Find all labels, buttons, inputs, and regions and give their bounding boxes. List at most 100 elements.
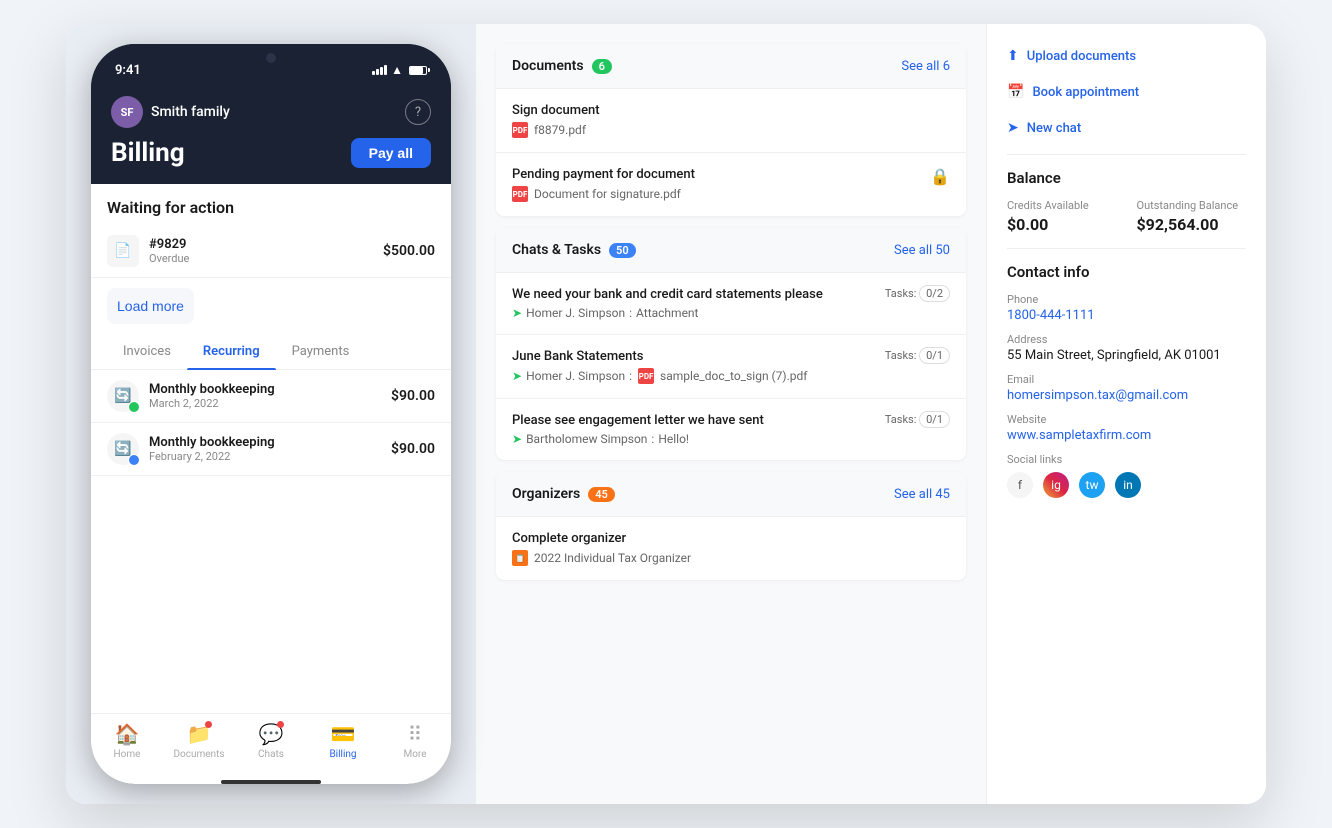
recurring-item-2[interactable]: 🔄 Monthly bookkeeping February 2, 2022 $… [91, 423, 451, 476]
balance-row: Credits Available $0.00 Outstanding Bala… [1007, 199, 1246, 234]
chat-message-1: Attachment [636, 306, 698, 320]
chat-sender-1: Homer J. Simpson [526, 306, 625, 320]
chats-tasks-header: Chats & Tasks 50 See all 50 [496, 228, 966, 273]
recurring-name-2: Monthly bookkeeping [149, 435, 381, 450]
organizers-count-badge: 45 [588, 487, 615, 502]
outstanding-value: $92,564.00 [1137, 215, 1247, 234]
recurring-amount-1: $90.00 [391, 388, 435, 404]
doc-filename-2: Document for signature.pdf [534, 187, 681, 201]
recurring-details-2: Monthly bookkeeping February 2, 2022 [149, 435, 381, 463]
sidebar-divider-2 [1007, 248, 1246, 249]
chat-item-3[interactable]: Please see engagement letter we have sen… [496, 399, 966, 460]
invoice-item[interactable]: 📄 #9829 Overdue $500.00 [91, 225, 451, 278]
sidebar-divider-1 [1007, 154, 1246, 155]
send-icon-3: ➤ [512, 432, 522, 446]
phone-value[interactable]: 1800-444-1111 [1007, 308, 1246, 323]
chat-item-1[interactable]: We need your bank and credit card statem… [496, 273, 966, 335]
tab-recurring[interactable]: Recurring [187, 334, 276, 369]
recurring-icon-2: 🔄 [107, 433, 139, 465]
recurring-icon-1: 🔄 [107, 380, 139, 412]
pay-all-button[interactable]: Pay all [351, 138, 431, 168]
phone-header: SF Smith family ? Billing Pay all [91, 88, 451, 184]
right-panel: Documents 6 See all 6 Sign document PDF … [476, 24, 1266, 804]
calendar-icon: 📅 [1007, 84, 1024, 100]
tab-payments[interactable]: Payments [276, 334, 366, 369]
upload-icon: ⬆ [1007, 48, 1019, 64]
doc-title-2: Pending payment for document [512, 167, 695, 182]
chat-left-2: June Bank Statements ➤ Homer J. Simpson:… [512, 349, 869, 384]
tasks-badge-1: Tasks: 0/2 [885, 287, 950, 300]
avatar: SF [111, 96, 143, 128]
credits-value: $0.00 [1007, 215, 1117, 234]
tasks-count-3: 0/1 [919, 411, 950, 428]
email-value[interactable]: homersimpson.tax@gmail.com [1007, 388, 1246, 403]
phone-scroll-area[interactable]: Waiting for action 📄 #9829 Overdue $500.… [91, 184, 451, 713]
phone-frame: 9:41 ▲ [91, 44, 451, 784]
social-links: f ig tw in [1007, 472, 1246, 498]
chat-title-1: We need your bank and credit card statem… [512, 287, 869, 302]
tasks-badge-2: Tasks: 0/1 [885, 349, 950, 362]
upload-documents-label: Upload documents [1027, 49, 1136, 64]
phone-title-row: Billing Pay all [111, 138, 431, 168]
upload-documents-button[interactable]: ⬆ Upload documents [1007, 44, 1246, 68]
phone-notch [221, 44, 321, 68]
clipboard-icon-1: 📋 [512, 550, 528, 566]
recurring-name-1: Monthly bookkeeping [149, 382, 381, 397]
nav-more[interactable]: ⠿ More [379, 722, 451, 760]
phone-container: 9:41 ▲ [66, 24, 476, 804]
invoice-status: Overdue [149, 252, 373, 265]
address-label: Address [1007, 333, 1246, 346]
phone-username: Smith family [151, 104, 230, 120]
load-more-button[interactable]: Load more [107, 288, 194, 324]
recurring-amount-2: $90.00 [391, 441, 435, 457]
documents-see-all[interactable]: See all 6 [901, 59, 950, 74]
nav-billing[interactable]: 💳 Billing [307, 722, 379, 760]
tab-invoices[interactable]: Invoices [107, 334, 187, 369]
social-links-label: Social links [1007, 453, 1246, 466]
chats-tasks-count-badge: 50 [609, 243, 636, 258]
recurring-item-1[interactable]: 🔄 Monthly bookkeeping March 2, 2022 $90.… [91, 370, 451, 423]
chat-left-1: We need your bank and credit card statem… [512, 287, 869, 320]
phone-camera [266, 53, 276, 63]
outstanding-label: Outstanding Balance [1137, 199, 1247, 212]
phone-status-bar: 9:41 ▲ [91, 44, 451, 88]
doc-item-2[interactable]: Pending payment for document PDF Documen… [496, 153, 966, 216]
organizers-see-all[interactable]: See all 45 [894, 487, 950, 502]
chat-sub-2: ➤ Homer J. Simpson: PDF sample_doc_to_si… [512, 368, 869, 384]
chat-item-2[interactable]: June Bank Statements ➤ Homer J. Simpson:… [496, 335, 966, 399]
help-button[interactable]: ? [405, 99, 431, 125]
recurring-date-2: February 2, 2022 [149, 450, 381, 463]
instagram-icon[interactable]: ig [1043, 472, 1069, 498]
recurring-badge-2 [128, 454, 140, 466]
recurring-details-1: Monthly bookkeeping March 2, 2022 [149, 382, 381, 410]
nav-documents-label: Documents [173, 749, 224, 760]
documents-count-badge: 6 [592, 59, 612, 74]
facebook-icon[interactable]: f [1007, 472, 1033, 498]
organizer-item-1[interactable]: Complete organizer 📋 2022 Individual Tax… [496, 517, 966, 580]
chat-message-3: Hello! [658, 432, 689, 446]
chats-tasks-header-left: Chats & Tasks 50 [512, 242, 636, 258]
doc-item-1[interactable]: Sign document PDF f8879.pdf [496, 89, 966, 153]
contact-section: Phone 1800-444-1111 Address 55 Main Stre… [1007, 293, 1246, 498]
email-label: Email [1007, 373, 1246, 386]
phone-body: Waiting for action 📄 #9829 Overdue $500.… [91, 184, 451, 784]
organizer-title-1: Complete organizer [512, 531, 950, 546]
new-chat-label: New chat [1027, 121, 1081, 136]
tasks-count-1: 0/2 [919, 285, 950, 302]
doc-title-1: Sign document [512, 103, 950, 118]
nav-documents[interactable]: 📁 Documents [163, 722, 235, 760]
twitter-icon[interactable]: tw [1079, 472, 1105, 498]
nav-home[interactable]: 🏠 Home [91, 722, 163, 760]
chats-tasks-title: Chats & Tasks [512, 242, 601, 258]
pdf-icon-chat: PDF [638, 368, 654, 384]
book-appointment-label: Book appointment [1032, 85, 1139, 100]
book-appointment-button[interactable]: 📅 Book appointment [1007, 80, 1246, 104]
new-chat-button[interactable]: ➤ New chat [1007, 116, 1246, 140]
website-value[interactable]: www.sampletaxfirm.com [1007, 428, 1246, 443]
linkedin-icon[interactable]: in [1115, 472, 1141, 498]
balance-title: Balance [1007, 169, 1246, 187]
home-indicator [221, 780, 321, 784]
nav-chats[interactable]: 💬 Chats [235, 722, 307, 760]
chats-tasks-see-all[interactable]: See all 50 [894, 243, 950, 258]
credits-available: Credits Available $0.00 [1007, 199, 1117, 234]
